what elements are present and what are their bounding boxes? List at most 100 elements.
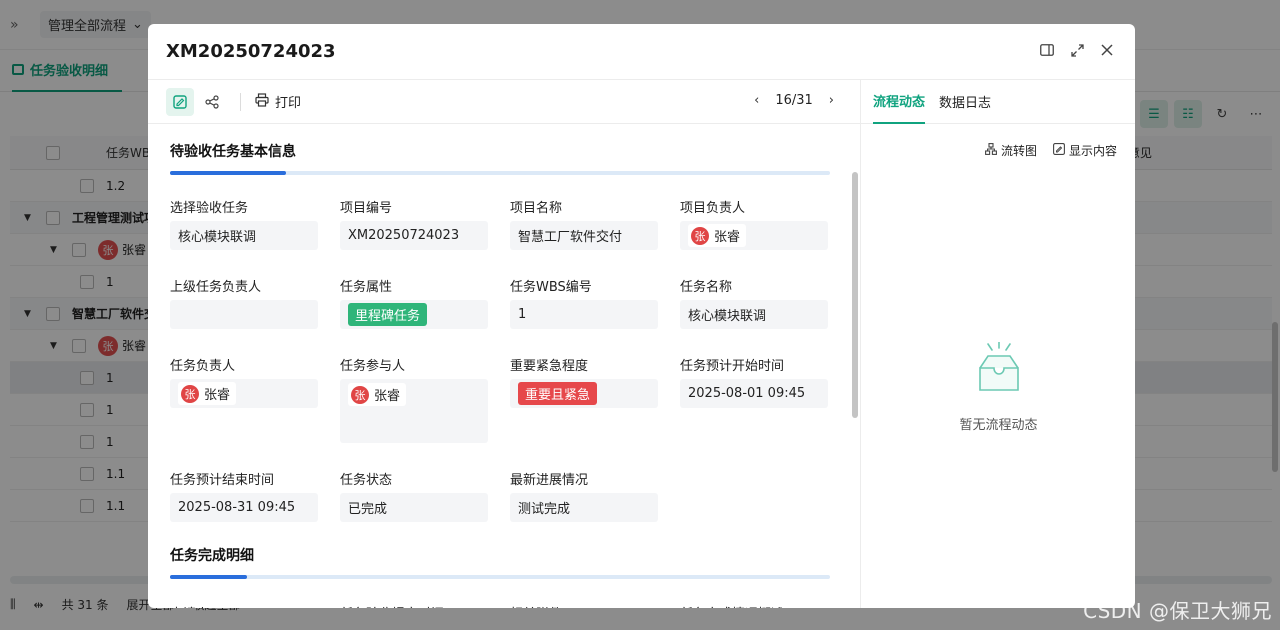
section-title: 待验收任务基本信息 [170,144,296,160]
completion-grid: 申请人 任务验收提交时间 相关附件 任务完成情况概述 [170,603,830,608]
form-field: 任务名称核心模块联调 [680,276,828,355]
form-field: 重要紧急程度重要且紧急 [510,355,658,469]
section-divider [170,171,830,175]
field-value[interactable]: 张张睿 [680,221,828,250]
field-value[interactable]: 张张睿 [170,379,318,408]
field-label: 任务完成情况概述 [680,603,828,608]
field-label: 申请人 [170,603,318,608]
pager-position: 16/31 [775,93,813,108]
share-icon[interactable] [198,88,226,116]
form-field: 相关附件 [510,603,658,608]
form-field: 任务属性里程碑任务 [340,276,488,355]
form-field: 任务预计结束时间 2025-08-31 09:45 [170,469,318,548]
field-value[interactable]: 里程碑任务 [340,300,488,329]
section-divider [170,575,830,579]
form-field: 任务参与人张张睿 [340,355,488,469]
form-field: 项目负责人张张睿 [680,197,828,276]
next-record-icon[interactable]: › [829,93,834,108]
field-value[interactable]: 2025-08-31 09:45 [170,493,318,522]
detail-modal: XM20250724023 打印 ‹ 16/31 › 待验收任务基本信息 选择验… [148,24,1135,608]
field-label: 任务预计开始时间 [680,359,785,374]
field-label: 任务名称 [680,280,733,295]
flow-chart-icon [985,143,997,158]
form-field: 申请人 [170,603,318,608]
field-text: 2025-08-01 09:45 [688,386,806,401]
field-label: 项目编号 [340,201,393,216]
field-text: 测试完成 [518,502,571,517]
form-field: 任务预计开始时间 2025-08-01 09:45 [680,355,828,469]
field-label: 任务预计结束时间 [170,473,275,488]
field-label: 上级任务负责人 [170,280,262,295]
modal-title: XM20250724023 [166,41,336,62]
show-content-button[interactable]: 显示内容 [1053,142,1117,159]
field-value[interactable]: 核心模块联调 [170,221,318,250]
field-text: 1 [518,307,527,322]
section-basic-info: 待验收任务基本信息 选择验收任务核心模块联调 项目编号 XM20250724023 项… [148,124,860,548]
print-label: 打印 [275,96,302,111]
status-badge: 里程碑任务 [348,303,428,326]
modal-header: XM20250724023 [148,24,1135,80]
user-name: 张睿 [714,230,741,245]
tab-flow-activity[interactable]: 流程动态 [873,80,926,124]
print-button[interactable]: 打印 [255,92,301,111]
section-divider-accent [170,575,247,579]
field-text: XM20250724023 [348,228,460,243]
field-text: 智慧工厂软件交付 [518,230,623,245]
record-pager: ‹ 16/31 › [754,93,834,108]
field-label: 重要紧急程度 [510,359,589,374]
field-label: 任务验收提交时间 [340,603,488,608]
flow-chart-button[interactable]: 流转图 [985,142,1037,159]
empty-state-text: 暂无流程动态 [959,418,1038,433]
field-label: 任务WBS编号 [510,280,592,295]
field-label: 任务属性 [340,280,393,295]
field-value[interactable]: 重要且紧急 [510,379,658,408]
avatar: 张 [691,226,709,245]
user-name: 张睿 [374,389,401,404]
close-icon[interactable] [1099,42,1115,58]
edit-icon[interactable] [166,87,194,116]
field-label: 任务参与人 [340,359,406,374]
section-divider-accent [170,171,286,175]
avatar: 张 [351,385,369,404]
field-value[interactable]: 测试完成 [510,493,658,522]
field-value[interactable]: 张张睿 [340,379,488,443]
show-content-label: 显示内容 [1068,144,1117,158]
form-toolbar: 打印 ‹ 16/31 › [148,80,860,124]
field-label: 最新进展情况 [510,473,589,488]
field-value[interactable]: 已完成 [340,493,488,522]
fullscreen-icon[interactable] [1069,42,1085,58]
field-label: 相关附件 [510,603,658,608]
toolbar-divider [240,92,241,111]
user-name: 张睿 [204,388,231,403]
form-field: 项目名称智慧工厂软件交付 [510,197,658,276]
form-content: 待验收任务基本信息 选择验收任务核心模块联调 项目编号 XM20250724023 项… [148,124,860,608]
form-pane: 打印 ‹ 16/31 › 待验收任务基本信息 选择验收任务核心模块联调 项目编号 X… [148,80,860,608]
form-scrollbar[interactable] [852,172,858,418]
form-field: 任务状态 已完成 [340,469,488,548]
form-field: 最新进展情况测试完成 [510,469,658,548]
basic-info-grid: 选择验收任务核心模块联调 项目编号 XM20250724023 项目名称智慧工厂软件交… [170,197,830,548]
activity-actions: 流转图 显示内容 [861,124,1135,159]
user-chip: 张张睿 [178,382,237,405]
side-panel-icon[interactable] [1039,42,1055,58]
field-text: 核心模块联调 [688,309,767,324]
empty-inbox-icon [964,341,1034,404]
field-value[interactable]: XM20250724023 [340,221,488,250]
field-label: 任务状态 [340,473,393,488]
field-value[interactable]: 2025-08-01 09:45 [680,379,828,408]
tab-data-log[interactable]: 数据日志 [939,80,991,124]
empty-state: 暂无流程动态 [861,341,1135,433]
field-text: 核心模块联调 [178,230,257,245]
field-label: 项目名称 [510,201,563,216]
field-value[interactable] [170,300,318,329]
form-field: 任务WBS编号 1 [510,276,658,355]
field-value[interactable]: 核心模块联调 [680,300,828,329]
user-chip: 张张睿 [348,383,407,406]
prev-record-icon[interactable]: ‹ [754,93,759,108]
field-label: 选择验收任务 [170,201,249,216]
form-field: 任务负责人张张睿 [170,355,318,469]
field-value[interactable]: 1 [510,300,658,329]
form-field: 任务验收提交时间 [340,603,488,608]
field-value[interactable]: 智慧工厂软件交付 [510,221,658,250]
user-chip: 张张睿 [688,224,747,247]
